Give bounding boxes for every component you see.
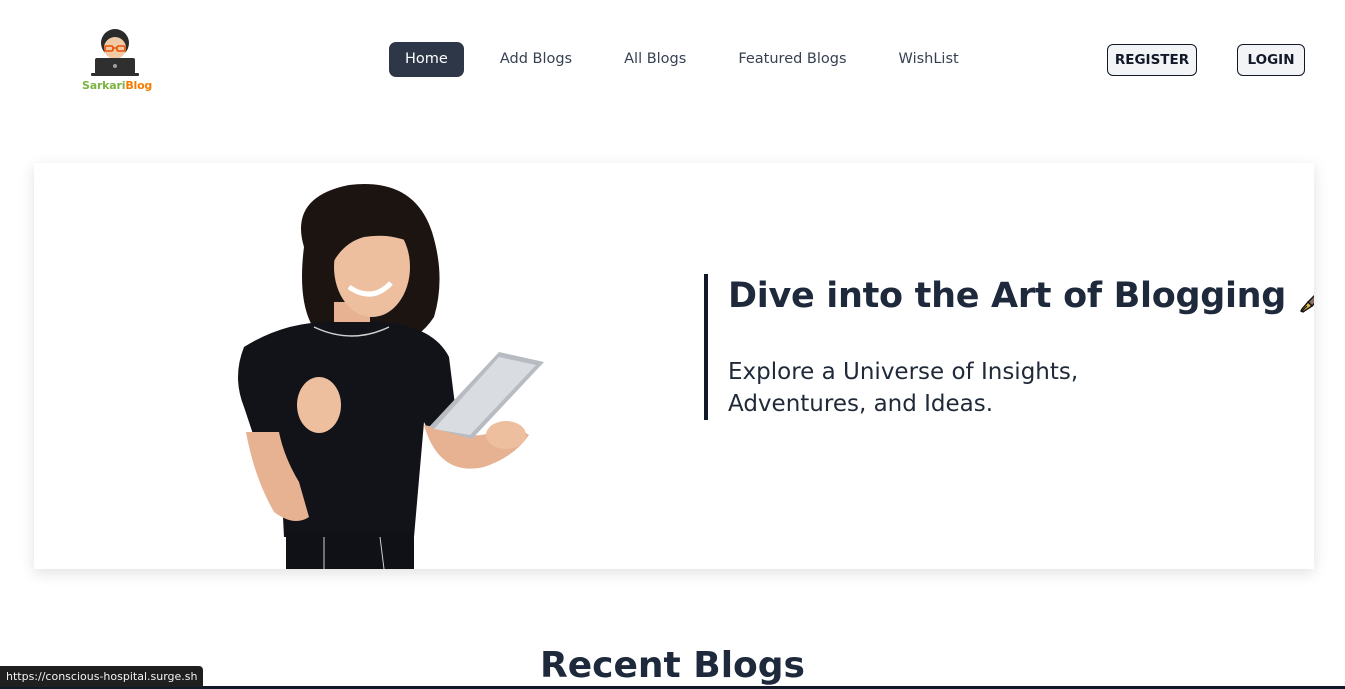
hero-text-block: Dive into the Art of Blogging Explore a … bbox=[704, 274, 1314, 420]
login-button[interactable]: LOGIN bbox=[1237, 44, 1305, 76]
hero-title-text: Dive into the Art of Blogging bbox=[728, 276, 1287, 316]
nav-all-blogs[interactable]: All Blogs bbox=[608, 42, 702, 77]
fountain-pen-icon bbox=[1300, 295, 1314, 313]
logo-avatar-icon bbox=[91, 29, 139, 76]
hero-banner: Dive into the Art of Blogging Explore a … bbox=[34, 163, 1314, 569]
page: SarkariBlog Home Add Blogs All Blogs Fea… bbox=[0, 0, 1345, 689]
link-status-bar: https://conscious-hospital.surge.sh bbox=[0, 666, 204, 687]
hero-woman-image bbox=[238, 183, 544, 569]
hero-title: Dive into the Art of Blogging bbox=[728, 274, 1314, 318]
nav-wishlist[interactable]: WishList bbox=[883, 42, 975, 77]
nav-add-blogs[interactable]: Add Blogs bbox=[484, 42, 588, 77]
nav-home[interactable]: Home bbox=[389, 42, 464, 77]
hero-subtitle: Explore a Universe of Insights, Adventur… bbox=[728, 359, 1079, 417]
nav-featured-blogs[interactable]: Featured Blogs bbox=[722, 42, 862, 77]
site-logo[interactable]: SarkariBlog bbox=[82, 27, 153, 93]
logo-text: SarkariBlog bbox=[82, 79, 153, 92]
main-nav: Home Add Blogs All Blogs Featured Blogs … bbox=[389, 42, 995, 77]
register-button[interactable]: REGISTER bbox=[1107, 44, 1197, 76]
